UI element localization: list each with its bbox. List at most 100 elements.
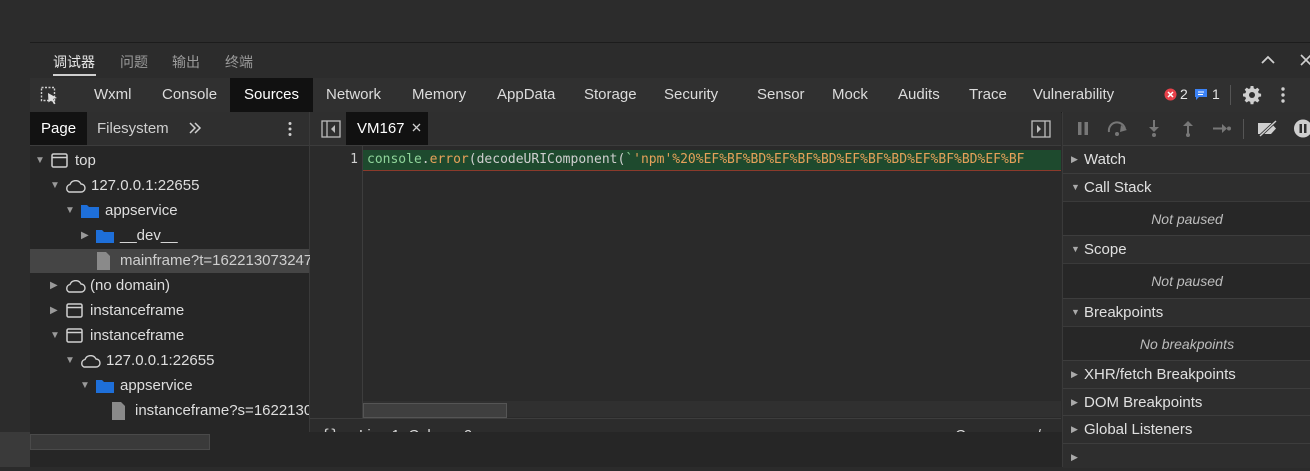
settings-gear-icon[interactable] bbox=[1242, 85, 1262, 105]
section-global-listeners[interactable]: ▶ Global Listeners bbox=[1063, 415, 1310, 443]
tab-output[interactable]: 输出 bbox=[172, 52, 200, 72]
tree-item-host[interactable]: ▼ 127.0.0.1:22655 bbox=[30, 174, 309, 198]
tab-audits[interactable]: Audits bbox=[898, 78, 940, 112]
tab-debugger[interactable]: 调试器 bbox=[53, 52, 95, 72]
toggle-debugger-icon[interactable] bbox=[1031, 120, 1051, 138]
tab-storage[interactable]: Storage bbox=[584, 78, 637, 112]
code-string: 'npm'%20%EF%BF%BD%EF%BF%BD%EF%BF%BD%EF%B… bbox=[633, 152, 1025, 167]
section-title: Scope bbox=[1084, 241, 1127, 258]
tab-trace[interactable]: Trace bbox=[969, 78, 1007, 112]
tree-item-label: instanceframe bbox=[90, 302, 185, 319]
close-tab-icon[interactable] bbox=[412, 123, 421, 132]
tab-vulnerability[interactable]: Vulnerability bbox=[1033, 78, 1114, 112]
step-out-icon[interactable] bbox=[1182, 120, 1194, 137]
code-object: console bbox=[367, 152, 422, 167]
cloud-icon bbox=[81, 355, 101, 368]
toolbar-divider bbox=[1243, 119, 1244, 139]
deactivate-breakpoints-icon[interactable] bbox=[1256, 120, 1280, 137]
tab-mock[interactable]: Mock bbox=[832, 78, 868, 112]
scope-status: Not paused bbox=[1063, 263, 1310, 298]
tree-item-instanceframe-file[interactable]: instanceframe?s=1622130 bbox=[30, 399, 309, 423]
message-count[interactable]: 1 bbox=[1212, 86, 1220, 102]
window-top-area bbox=[0, 0, 1310, 42]
folder-icon bbox=[96, 380, 114, 393]
error-count[interactable]: 2 bbox=[1180, 86, 1188, 102]
tab-terminal[interactable]: 终端 bbox=[225, 52, 253, 72]
tree-item-label: mainframe?t=162213073247 bbox=[120, 252, 313, 269]
left-edge bbox=[0, 42, 30, 432]
tree-item-appservice[interactable]: ▼ appservice bbox=[30, 199, 309, 223]
devtools-toolbar: Wxml Console Sources Network Memory AppD… bbox=[30, 78, 1310, 113]
section-watch[interactable]: ▶ Watch bbox=[1063, 145, 1310, 173]
active-tab-indicator bbox=[53, 74, 96, 76]
tree-item-mainframe[interactable]: mainframe?t=162213073247 bbox=[30, 249, 313, 273]
step-over-icon[interactable] bbox=[1107, 121, 1129, 136]
pause-icon[interactable] bbox=[1077, 122, 1089, 135]
section-dom-breakpoints[interactable]: ▶ DOM Breakpoints bbox=[1063, 388, 1310, 416]
tab-sources[interactable]: Sources bbox=[230, 78, 314, 112]
frame-icon bbox=[66, 328, 83, 343]
section-scope[interactable]: ▼ Scope bbox=[1063, 235, 1310, 263]
tree-item-instanceframe[interactable]: ▶ instanceframe bbox=[30, 299, 309, 323]
inspect-element-icon[interactable] bbox=[40, 86, 60, 105]
section-breakpoints[interactable]: ▼ Breakpoints bbox=[1063, 298, 1310, 326]
tab-appdata[interactable]: AppData bbox=[497, 78, 555, 112]
tab-memory[interactable]: Memory bbox=[412, 78, 466, 112]
tab-problems[interactable]: 问题 bbox=[120, 52, 148, 72]
section-title: Breakpoints bbox=[1084, 304, 1164, 321]
folder-icon bbox=[96, 230, 114, 243]
section-event-listener-breakpoints[interactable]: ▶ bbox=[1063, 443, 1310, 468]
file-icon bbox=[97, 252, 110, 270]
debugger-toolbar bbox=[1063, 112, 1310, 146]
line-number: 1 bbox=[350, 152, 358, 167]
tab-filesystem[interactable]: Filesystem bbox=[97, 112, 169, 145]
tree-item-host[interactable]: ▼ 127.0.0.1:22655 bbox=[30, 349, 309, 373]
section-title: Call Stack bbox=[1084, 179, 1152, 196]
tab-security[interactable]: Security bbox=[664, 78, 718, 112]
horizontal-scrollbar[interactable] bbox=[363, 401, 1061, 418]
frame-icon bbox=[51, 153, 68, 168]
more-tabs-chevron-icon[interactable] bbox=[188, 121, 202, 135]
bottom-left-corner bbox=[0, 432, 30, 467]
editor-tab-label: VM167 bbox=[357, 120, 405, 137]
tree-item-label: appservice bbox=[120, 377, 193, 394]
navigator-menu-icon[interactable] bbox=[287, 121, 293, 137]
more-options-icon[interactable] bbox=[1280, 85, 1286, 105]
tree-item-label: 127.0.0.1:22655 bbox=[91, 177, 200, 194]
section-xhr-breakpoints[interactable]: ▶ XHR/fetch Breakpoints bbox=[1063, 360, 1310, 388]
tree-item-dev[interactable]: ▶ __dev__ bbox=[30, 224, 309, 248]
scrollbar-thumb[interactable] bbox=[363, 403, 507, 418]
collapse-panel-icon[interactable] bbox=[1260, 54, 1276, 66]
navigator-tabs: Page Filesystem bbox=[30, 112, 309, 146]
line-gutter[interactable]: 1 bbox=[310, 146, 363, 418]
tree-item-appservice[interactable]: ▼ appservice bbox=[30, 374, 309, 398]
tree-item-label: instanceframe bbox=[90, 327, 185, 344]
toggle-navigator-icon[interactable] bbox=[321, 120, 341, 138]
call-stack-status: Not paused bbox=[1063, 201, 1310, 236]
pause-on-exceptions-icon[interactable] bbox=[1294, 119, 1310, 138]
code-editor: VM167 1 console.error(decodeURIComponent… bbox=[310, 112, 1061, 453]
tab-page[interactable]: Page bbox=[30, 112, 88, 145]
tree-item-top[interactable]: ▼ top bbox=[30, 149, 309, 173]
tab-wxml[interactable]: Wxml bbox=[94, 78, 132, 112]
cloud-icon bbox=[66, 280, 86, 293]
navigator-scrollbar-thumb[interactable] bbox=[30, 434, 210, 450]
tree-item-label: appservice bbox=[105, 202, 178, 219]
editor-tabs: VM167 bbox=[310, 112, 1061, 146]
section-call-stack[interactable]: ▼ Call Stack bbox=[1063, 173, 1310, 201]
tab-sensor[interactable]: Sensor bbox=[757, 78, 805, 112]
code-dot: . bbox=[421, 152, 430, 167]
tree-item-label: top bbox=[75, 152, 96, 169]
tree-item-no-domain[interactable]: ▶ (no domain) bbox=[30, 274, 309, 298]
tab-console[interactable]: Console bbox=[162, 78, 217, 112]
code-line[interactable]: console.error(decodeURIComponent(`'npm'%… bbox=[363, 150, 1061, 171]
editor-tab[interactable]: VM167 bbox=[346, 112, 428, 145]
message-icon[interactable] bbox=[1194, 88, 1208, 101]
error-icon[interactable] bbox=[1164, 88, 1177, 101]
step-icon[interactable] bbox=[1213, 123, 1231, 134]
step-into-icon[interactable] bbox=[1148, 120, 1160, 137]
close-panel-icon[interactable] bbox=[1300, 54, 1310, 66]
tab-network[interactable]: Network bbox=[326, 78, 381, 112]
toolbar-divider bbox=[1230, 85, 1231, 105]
tree-item-instanceframe[interactable]: ▼ instanceframe bbox=[30, 324, 309, 348]
